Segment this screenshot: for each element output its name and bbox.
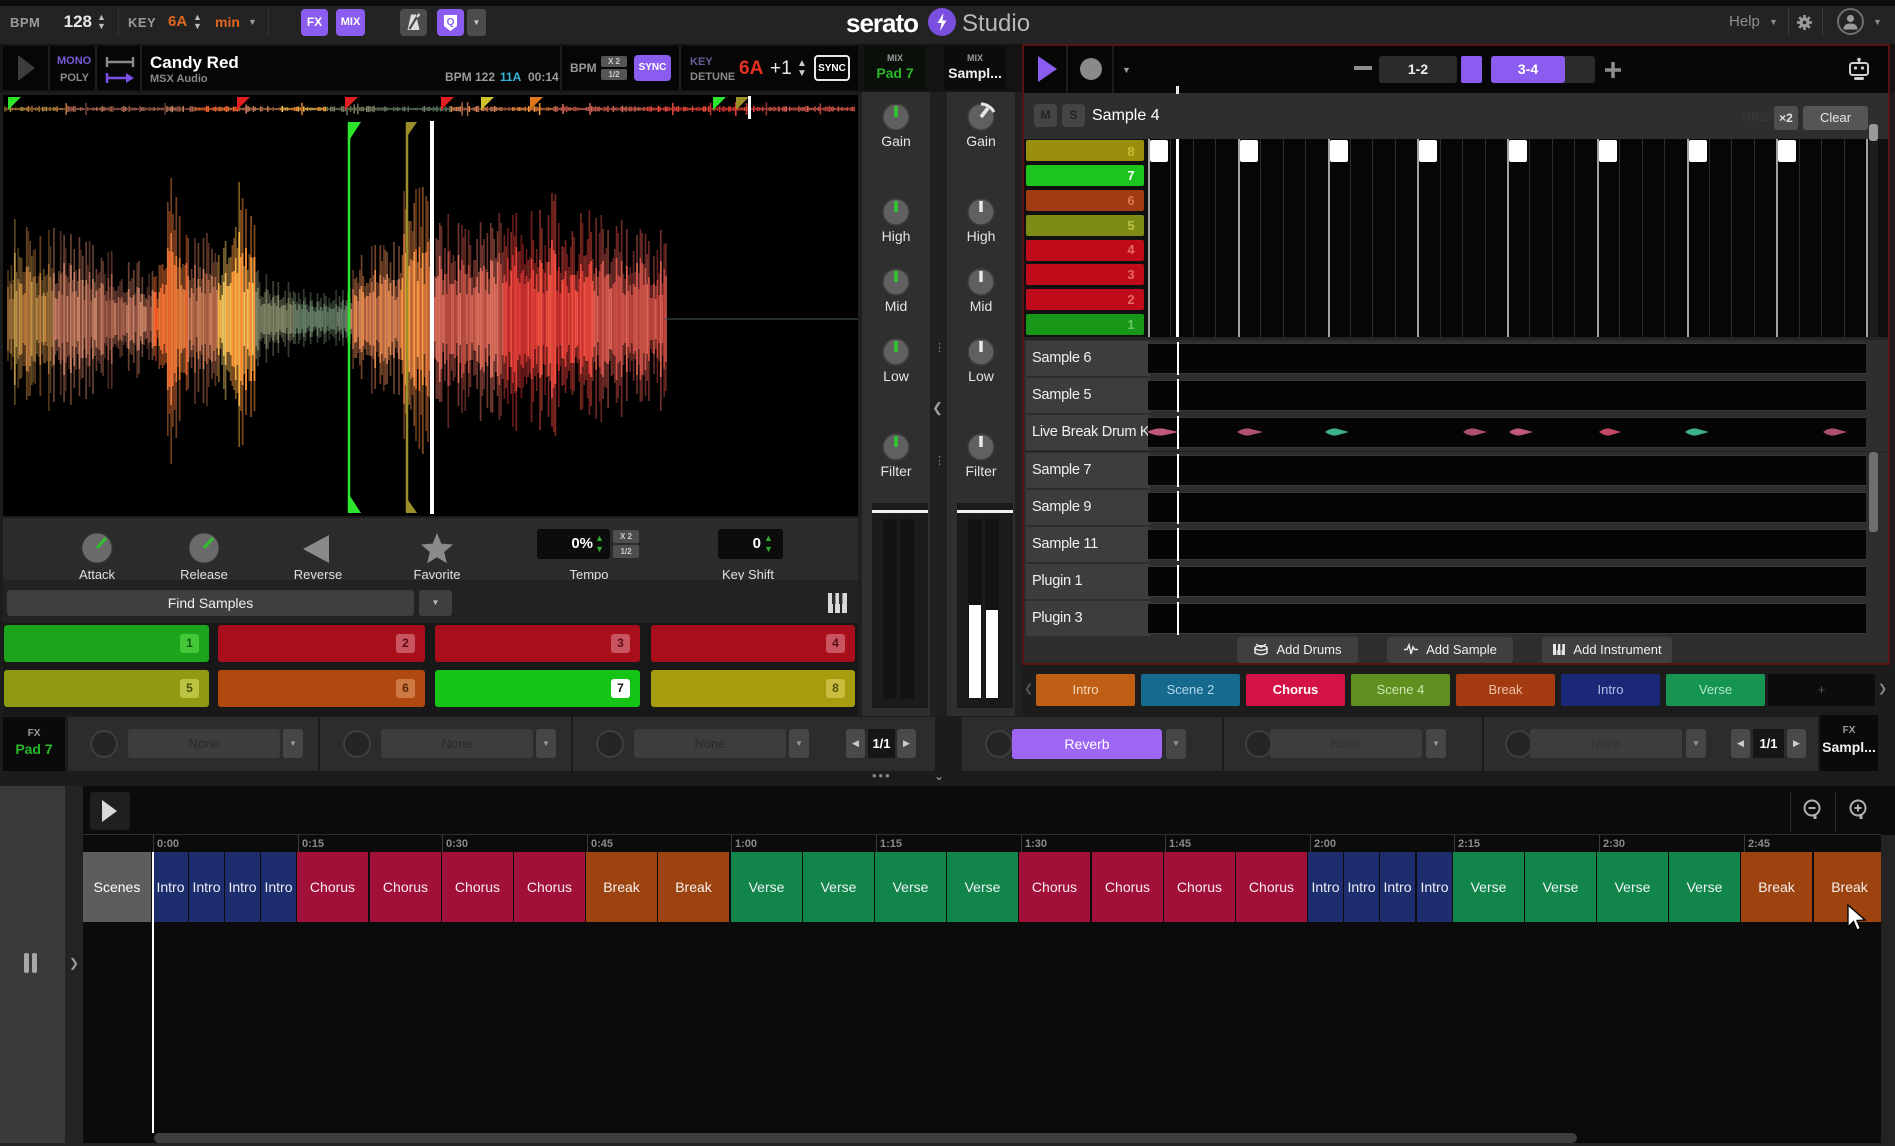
- svg-text:Q: Q: [447, 17, 455, 28]
